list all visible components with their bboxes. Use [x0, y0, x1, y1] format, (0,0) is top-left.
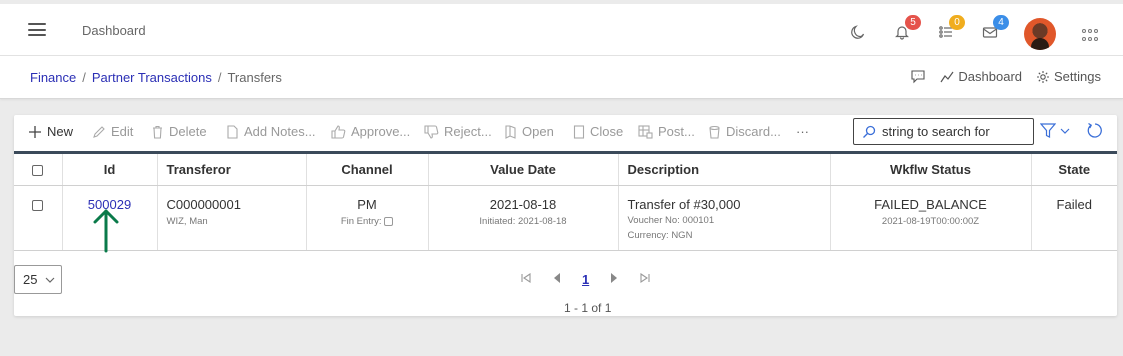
add-notes-button[interactable]: Add Notes... [226, 124, 316, 139]
close-button[interactable]: Close [573, 124, 623, 139]
top-bar: Dashboard 5 0 4 [0, 4, 1123, 56]
post-button[interactable]: Post... [638, 124, 695, 139]
mail-badge: 4 [993, 15, 1009, 30]
apps-grid-icon[interactable] [1082, 29, 1098, 43]
app-title: Dashboard [82, 23, 146, 38]
breadcrumb-finance[interactable]: Finance [30, 70, 76, 85]
first-page-icon[interactable] [520, 272, 532, 287]
fin-entry-checkbox[interactable] [384, 216, 394, 226]
ledger-icon [638, 124, 653, 139]
plus-icon [29, 125, 41, 138]
col-header-description[interactable]: Description [618, 152, 831, 186]
user-avatar[interactable] [1024, 18, 1056, 50]
wkflw-status: FAILED_BALANCE [874, 197, 987, 212]
fin-entry: Fin Entry: [307, 215, 428, 228]
header-actions: Dashboard Settings [910, 69, 1101, 84]
transferor-value: C000000001 [166, 197, 241, 212]
description-value: Transfer of #30,000 [627, 197, 741, 212]
filter-button[interactable] [1040, 123, 1070, 138]
initiated-date: Initiated: 2021-08-18 [479, 216, 567, 227]
state-value: Failed [1056, 197, 1092, 212]
dark-mode-moon-icon[interactable] [848, 22, 868, 42]
last-page-icon[interactable] [639, 272, 651, 287]
transferor-cell: C000000001 WIZ, Man [157, 185, 307, 251]
transfers-table: Id Transferor Channel Value Date Descrip… [14, 151, 1117, 251]
transferor-name: WIZ, Man [166, 216, 208, 227]
tasks-badge: 0 [949, 15, 965, 30]
page-number-current[interactable]: 1 [582, 272, 589, 287]
row-checkbox[interactable] [32, 200, 44, 212]
trash-icon [153, 125, 162, 139]
dashboard-link[interactable]: Dashboard [940, 69, 1022, 84]
bell-badge: 5 [905, 15, 921, 30]
search-icon [863, 125, 876, 138]
col-header-wkflw-status[interactable]: Wkflw Status [830, 152, 1032, 186]
notifications-bell-icon[interactable]: 5 [892, 15, 921, 42]
pagination: 1 [520, 272, 651, 287]
transfers-panel: New Edit Delete Add Notes... Approve... … [14, 115, 1117, 316]
col-header-value-date[interactable]: Value Date [428, 152, 619, 186]
chat-button[interactable] [910, 69, 926, 84]
hamburger-menu-icon[interactable] [28, 23, 46, 36]
annotation-arrow-icon [93, 209, 119, 253]
search-input[interactable] [882, 124, 1022, 139]
edit-button[interactable]: Edit [92, 124, 133, 139]
tasks-list-icon[interactable]: 0 [936, 15, 965, 42]
col-header-id[interactable]: Id [62, 152, 158, 186]
col-header-channel[interactable]: Channel [306, 152, 429, 186]
value-date-cell: 2021-08-18 Initiated: 2021-08-18 [428, 185, 619, 251]
chat-icon [911, 70, 925, 84]
col-header-transferor[interactable]: Transferor [157, 152, 307, 186]
breadcrumb-current: Transfers [227, 70, 282, 85]
currency: Currency: NGN [627, 230, 693, 241]
discard-bin-icon [709, 125, 720, 139]
discard-button[interactable]: Discard... [708, 124, 781, 139]
value-date: 2021-08-18 [489, 197, 557, 212]
select-all-header [14, 152, 63, 186]
description-cell: Transfer of #30,000 Voucher No: 000101 C… [618, 185, 831, 251]
refresh-button[interactable] [1086, 122, 1103, 144]
new-button[interactable]: New [28, 124, 73, 139]
breadcrumb: Finance / Partner Transactions / Transfers [30, 70, 282, 85]
trend-icon [940, 71, 954, 82]
table-header-row: Id Transferor Channel Value Date Descrip… [14, 152, 1117, 186]
pencil-icon [93, 125, 105, 138]
breadcrumb-partner-transactions[interactable]: Partner Transactions [92, 70, 212, 85]
gear-icon [1037, 70, 1050, 83]
more-actions-button[interactable]: ··· [796, 124, 809, 139]
col-header-state[interactable]: State [1031, 152, 1117, 186]
book-open-icon [505, 124, 516, 139]
voucher-no: Voucher No: 000101 [627, 215, 715, 226]
delete-button[interactable]: Delete [151, 124, 207, 139]
table-row[interactable]: 500029 C000000001 WIZ, Man PM Fin Entry:… [14, 185, 1117, 251]
select-all-checkbox[interactable] [32, 165, 44, 177]
mail-icon[interactable]: 4 [980, 15, 1009, 42]
book-closed-icon [573, 124, 585, 139]
thumbs-up-icon [331, 124, 346, 139]
filter-icon [1040, 123, 1056, 138]
note-icon [227, 124, 238, 139]
channel-cell: PM Fin Entry: [306, 185, 429, 251]
row-select-cell [14, 185, 63, 251]
reject-button[interactable]: Reject... [424, 124, 492, 139]
wkflw-status-date: 2021-08-19T00:00:00Z [881, 216, 980, 227]
approve-button[interactable]: Approve... [331, 124, 410, 139]
chevron-down-icon [46, 277, 55, 283]
toolbar: New Edit Delete Add Notes... Approve... … [14, 115, 1117, 151]
refresh-icon [1087, 122, 1102, 138]
thumbs-down-icon [424, 124, 439, 139]
page-size-select[interactable]: 25 [14, 265, 62, 294]
next-page-icon[interactable] [609, 272, 619, 287]
state-cell: Failed [1031, 185, 1117, 251]
wkflw-status-cell: FAILED_BALANCE 2021-08-19T00:00:00Z [830, 185, 1032, 251]
pagination-info: 1 - 1 of 1 [564, 301, 612, 315]
open-button[interactable]: Open [504, 124, 554, 139]
search-box[interactable] [853, 118, 1034, 145]
prev-page-icon[interactable] [552, 272, 562, 287]
breadcrumb-bar: Finance / Partner Transactions / Transfers D… [0, 56, 1123, 99]
channel-value: PM [357, 197, 377, 212]
chevron-down-icon [1060, 128, 1070, 134]
settings-link[interactable]: Settings [1036, 69, 1101, 84]
